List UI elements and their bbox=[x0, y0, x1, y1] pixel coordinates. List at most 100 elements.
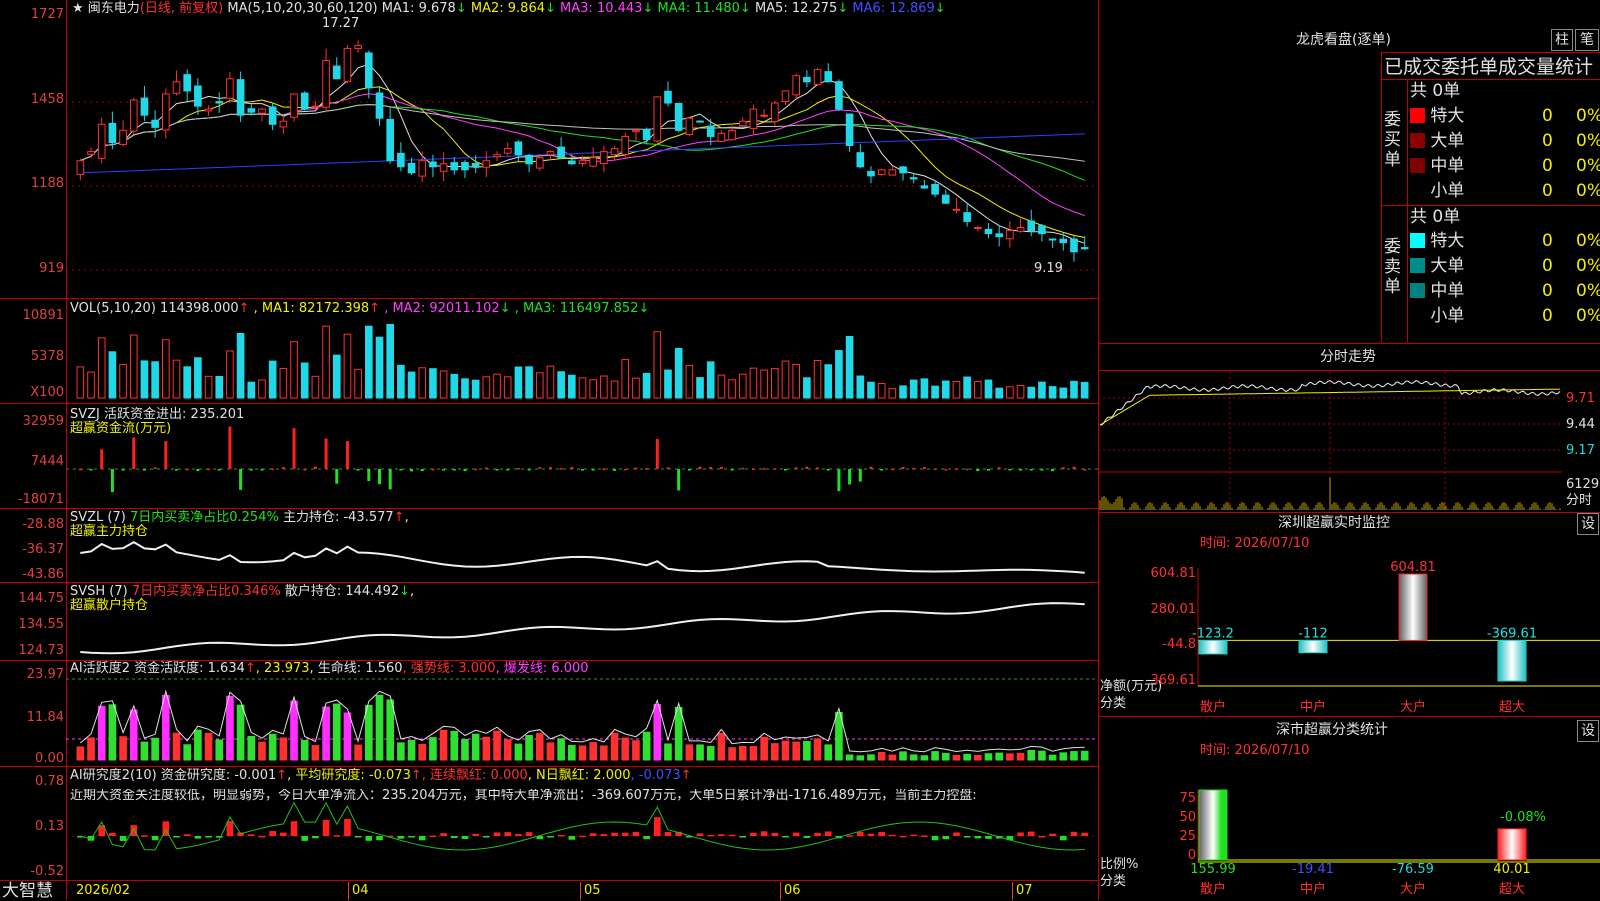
fund-flow-bar bbox=[142, 469, 146, 471]
fund-flow-bar bbox=[260, 469, 264, 471]
candle-body bbox=[439, 163, 448, 172]
research-bar bbox=[771, 832, 779, 836]
candle-body bbox=[824, 71, 833, 83]
intraday-tick: 9.17 bbox=[1566, 443, 1595, 458]
fund-flow-bar bbox=[527, 469, 531, 471]
activity-bar bbox=[322, 706, 330, 761]
settings-button[interactable]: 设 bbox=[1577, 720, 1599, 742]
candle-body bbox=[867, 170, 875, 177]
fund-flow-bar bbox=[1061, 467, 1065, 469]
buy-row: 中单 bbox=[1410, 156, 1464, 176]
activity-bar bbox=[418, 743, 427, 761]
candle-body bbox=[920, 185, 929, 189]
candle-body bbox=[300, 92, 309, 110]
fund-flow-bar bbox=[1051, 469, 1055, 472]
kline-chart[interactable] bbox=[0, 0, 1098, 900]
volume-bar bbox=[835, 350, 843, 399]
research-bar bbox=[1049, 833, 1056, 836]
research-bar bbox=[269, 831, 276, 836]
svzl-subtitle: 超赢主力持仓 bbox=[70, 524, 149, 539]
divider bbox=[1381, 205, 1600, 206]
svzl-legend: SVZL (7) 7日内买卖净占比0.254% 主力持仓: -43.577↑, bbox=[70, 510, 409, 525]
candle-body bbox=[941, 194, 950, 204]
research-bar bbox=[921, 835, 928, 837]
fund-flow-bar bbox=[303, 468, 307, 471]
dragon-tiger-title: 龙虎看盘(逐单) bbox=[1296, 32, 1391, 48]
volume-bar bbox=[1070, 380, 1078, 399]
net-amount-bar bbox=[1497, 639, 1527, 682]
research-bar bbox=[1027, 831, 1035, 836]
candle-body bbox=[685, 117, 694, 136]
ai-active-legend: AI活跃度2 资金活跃度: 1.634↑, 23.973, 生命线: 1.560… bbox=[70, 661, 589, 676]
research-bar bbox=[408, 836, 415, 838]
candle-body bbox=[162, 93, 170, 131]
candle-body bbox=[525, 154, 533, 165]
research-bar bbox=[1017, 832, 1024, 836]
candle-body bbox=[632, 129, 640, 133]
ai-research-tick: 0.13 bbox=[35, 819, 64, 834]
fund-flow-bar bbox=[933, 468, 937, 470]
activity-bar bbox=[899, 751, 907, 761]
volume-bar bbox=[386, 323, 394, 399]
volume-bar bbox=[461, 378, 469, 399]
tick-toggle-button[interactable]: 笔 bbox=[1575, 29, 1599, 51]
volume-bar bbox=[204, 375, 213, 399]
order-size-label: 特大 bbox=[1425, 106, 1465, 126]
activity-bar bbox=[129, 709, 138, 761]
sell-row: 中单 bbox=[1410, 281, 1464, 301]
volume-bar bbox=[311, 375, 320, 399]
candle-body bbox=[279, 120, 288, 128]
volume-bar bbox=[899, 385, 907, 399]
fund-flow-bar bbox=[634, 467, 638, 470]
activity-bar bbox=[450, 730, 459, 761]
fund-flow-bar bbox=[175, 469, 178, 471]
volume-bar bbox=[525, 366, 533, 399]
research-bar bbox=[728, 834, 736, 837]
research-bar bbox=[483, 836, 490, 838]
volume-bar bbox=[578, 377, 587, 399]
research-bar bbox=[376, 836, 383, 841]
ma5-value: 12.275 bbox=[791, 1, 838, 16]
bar-toggle-button[interactable]: 柱 bbox=[1551, 29, 1573, 51]
research-bar bbox=[1038, 835, 1046, 838]
activity-bar bbox=[311, 745, 320, 761]
volume-bar bbox=[268, 360, 277, 399]
candle-body bbox=[461, 162, 469, 171]
candle-body bbox=[194, 85, 202, 107]
activity-bar bbox=[162, 695, 170, 761]
volume-bar bbox=[215, 375, 224, 399]
research-bar bbox=[322, 819, 330, 836]
volume-bar bbox=[397, 364, 405, 399]
activity-bar bbox=[546, 742, 555, 761]
sell-total: 共 0单 bbox=[1410, 207, 1461, 227]
fund-flow-bar bbox=[709, 466, 713, 469]
research-bar bbox=[418, 836, 426, 841]
fund-flow-bar bbox=[880, 469, 884, 471]
volume-bar bbox=[365, 325, 373, 399]
buy-label: 委买单 bbox=[1384, 110, 1401, 170]
fund-flow-bar bbox=[698, 466, 702, 469]
candle-body bbox=[995, 233, 1003, 238]
research-bar bbox=[173, 836, 180, 838]
activity-bar bbox=[493, 730, 501, 761]
date-tick bbox=[780, 882, 781, 900]
activity-bar bbox=[279, 737, 288, 761]
activity-bar bbox=[332, 703, 341, 761]
order-pct: 0% bbox=[1576, 181, 1600, 201]
volume-bar bbox=[1059, 387, 1068, 399]
activity-bar bbox=[685, 744, 694, 761]
settings-button[interactable]: 设 bbox=[1577, 513, 1599, 535]
volume-bar bbox=[300, 362, 309, 399]
ma-line bbox=[80, 133, 1085, 174]
fund-flow-bar bbox=[378, 469, 381, 485]
research-bar bbox=[205, 836, 212, 838]
candle-body bbox=[1038, 225, 1046, 235]
candle-body bbox=[621, 135, 630, 155]
fund-flow-bar bbox=[538, 467, 542, 469]
date-tick bbox=[348, 882, 349, 900]
volume-bar bbox=[343, 333, 352, 399]
fund-flow-bar bbox=[837, 469, 841, 492]
fund-flow-bar bbox=[452, 469, 456, 471]
activity-bar bbox=[119, 736, 127, 761]
candle-body bbox=[717, 132, 726, 142]
